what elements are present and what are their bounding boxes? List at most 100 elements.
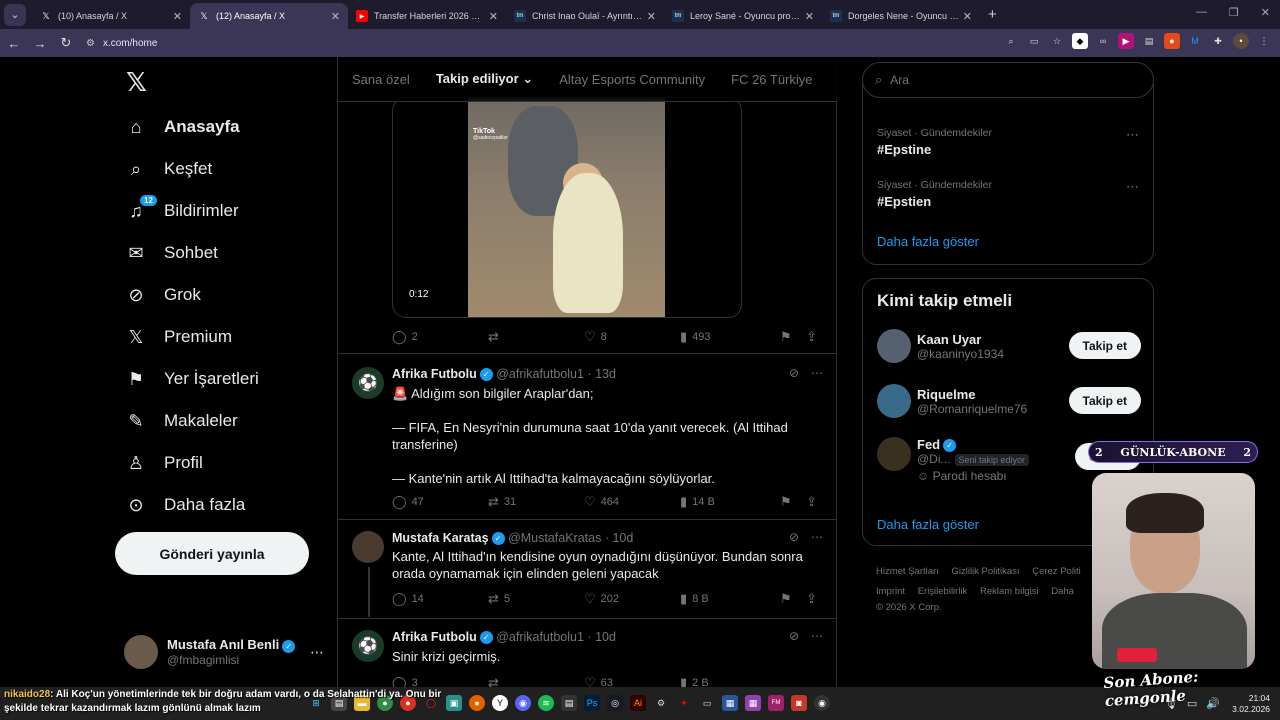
star-icon[interactable]: ☆ [1049, 33, 1065, 49]
back-arrow-icon[interactable]: ← [2, 36, 26, 51]
sidebar-item-articles[interactable]: ✎ Makaleler [124, 400, 237, 442]
browser-tab[interactable]: ▶ Transfer Haberleri 2026 ⚽ Ma ✕ [348, 3, 506, 29]
obs-icon[interactable]: ◉ [814, 695, 830, 711]
extension-icon[interactable]: ▶ [1118, 33, 1134, 49]
avatar[interactable]: ⚽ [352, 630, 384, 662]
show-more-link[interactable]: Daha fazla göster [877, 234, 979, 249]
sidebar-item-chat[interactable]: ✉ Sohbet [124, 232, 217, 274]
more-dots-icon[interactable]: ⋯ [811, 530, 823, 544]
extension-icon[interactable]: ▤ [1141, 33, 1157, 49]
minimize-icon[interactable]: — [1196, 6, 1207, 19]
settings-icon[interactable]: ⚙ [653, 695, 669, 711]
footer-link[interactable]: Daha [1051, 586, 1074, 597]
views-button[interactable]: ▮ 14 B [680, 494, 780, 510]
follow-suggestion[interactable]: Kaan Uyar @kaaninyo1934 Takip et [877, 326, 1141, 366]
reply-button[interactable]: ◯ 14 [392, 591, 488, 607]
footer-link[interactable]: Gizlilik Politikası [951, 566, 1019, 577]
close-icon[interactable]: ✕ [173, 10, 182, 23]
like-button[interactable]: ♡ 202 [584, 591, 680, 607]
forward-arrow-icon[interactable]: → [28, 36, 52, 51]
acrobat-icon[interactable]: ✦ [676, 695, 692, 711]
repost-button[interactable]: ⇄ [488, 675, 584, 687]
steam-icon[interactable]: ◎ [607, 695, 623, 711]
like-button[interactable]: ♡ 63 [584, 675, 680, 687]
new-tab-button[interactable]: + [988, 6, 997, 23]
sidebar-item-profile[interactable]: ♙ Profil [124, 442, 203, 484]
views-button[interactable]: ▮ 8 B [680, 591, 780, 607]
follow-button[interactable]: Takip et [1068, 387, 1141, 414]
post-time[interactable]: 10d [595, 630, 616, 644]
author-handle[interactable]: @afrikafutbolu1 [496, 367, 584, 381]
author-name[interactable]: Mustafa Karataş [392, 531, 489, 545]
url-field[interactable]: ⚙ x.com/home [86, 32, 157, 54]
sidebar-item-explore[interactable]: ⌕ Keşfet [124, 148, 212, 190]
spotify-icon[interactable]: ≋ [538, 695, 554, 711]
reply-button[interactable]: ◯ 47 [392, 494, 488, 510]
share-button[interactable]: ⇪ [806, 329, 817, 345]
share-button[interactable]: ⇪ [806, 591, 817, 607]
browser-tab[interactable]: tm Dorgeles Nene - Oyuncu profili ✕ [822, 3, 980, 29]
search-input[interactable]: ⌕ Ara [862, 62, 1154, 98]
more-dots-icon[interactable]: ⋯ [1126, 127, 1139, 143]
post[interactable]: Mustafa Karataş ✓ @MustafaKratas · 10d ⊘ … [338, 521, 837, 619]
tab-community[interactable]: Altay Esports Community [559, 72, 705, 87]
sidebar-item-notifications[interactable]: ♫ 12 Bildirimler [124, 190, 239, 232]
browser-tab-active[interactable]: 𝕏 (12) Anasayfa / X ✕ [190, 3, 348, 29]
repost-button[interactable]: ⇄ 5 [488, 591, 584, 607]
views-button[interactable]: ▮ 2 B [680, 675, 780, 687]
footer-link[interactable]: Erişilebilirlik [918, 586, 968, 597]
x-logo-icon[interactable]: 𝕏 [126, 67, 147, 98]
bookmark-button[interactable]: ⚑ [780, 329, 806, 345]
taskbar-app-icon[interactable]: Y [492, 695, 508, 711]
reply-button[interactable]: ◯ 3 [392, 675, 488, 687]
repost-button[interactable]: ⇄ 31 [488, 494, 584, 510]
browser-tab[interactable]: tm Christ Inao Oulaï - Ayrıntılı perf ✕ [506, 3, 664, 29]
close-window-icon[interactable]: ✕ [1261, 6, 1270, 19]
footer-link[interactable]: Imprint [876, 586, 905, 597]
post-time[interactable]: 13d [595, 367, 616, 381]
maximize-icon[interactable]: ❐ [1229, 6, 1239, 19]
close-icon[interactable]: ✕ [331, 10, 340, 23]
extension-icon[interactable]: M [1187, 33, 1203, 49]
browser-tab[interactable]: 𝕏 (10) Anasayfa / X ✕ [32, 3, 190, 29]
close-icon[interactable]: ✕ [963, 10, 972, 23]
taskbar-app-icon[interactable]: ◙ [791, 695, 807, 711]
sidebar-item-premium[interactable]: 𝕏 Premium [124, 316, 232, 358]
extension-icon[interactable]: ● [1164, 33, 1180, 49]
illustrator-icon[interactable]: Ai [630, 695, 646, 711]
taskbar-app-icon[interactable]: ▤ [561, 695, 577, 711]
more-dots-icon[interactable]: ⋯ [1126, 179, 1139, 195]
grok-icon[interactable]: ⊘ [789, 530, 799, 544]
sidebar-item-home[interactable]: ⌂ Anasayfa [124, 106, 240, 148]
tab-for-you[interactable]: Sana özel [352, 72, 410, 87]
close-icon[interactable]: ✕ [805, 10, 814, 23]
more-dots-icon[interactable]: ⋯ [310, 644, 324, 661]
firefox-icon[interactable]: ● [469, 695, 485, 711]
like-button[interactable]: ♡ 8 [584, 329, 680, 345]
tab-search-button[interactable]: ⌄ [4, 3, 26, 26]
grok-icon[interactable]: ⊘ [789, 629, 799, 643]
follow-button[interactable]: Takip et [1068, 332, 1141, 359]
close-icon[interactable]: ✕ [647, 10, 656, 23]
follow-suggestion[interactable]: Riquelme @Romanriquelme76 Takip et [877, 381, 1141, 421]
menu-dots-icon[interactable]: ⋮ [1256, 33, 1272, 49]
post[interactable]: ⚽ Afrika Futbolu ✓ @afrikafutbolu1 · 10d … [338, 620, 837, 687]
repost-button[interactable]: ⇄ [488, 329, 584, 345]
discord-icon[interactable]: ◉ [515, 695, 531, 711]
profile-icon[interactable]: • [1233, 33, 1249, 49]
author-handle[interactable]: @afrikafutbolu1 [496, 630, 584, 644]
taskbar-app-icon[interactable]: ▦ [722, 695, 738, 711]
reload-icon[interactable]: ↻ [54, 35, 78, 51]
bookmark-button[interactable]: ⚑ [780, 591, 806, 607]
extension-icon[interactable]: ◆ [1072, 33, 1088, 49]
zoom-icon[interactable]: ⌕ [1003, 33, 1019, 49]
author-name[interactable]: Afrika Futbolu [392, 367, 477, 381]
views-button[interactable]: ▮ 493 [680, 329, 780, 345]
scrollbar[interactable] [1270, 62, 1276, 687]
tab-following[interactable]: Takip ediliyor ⌄ [436, 71, 533, 87]
post-time[interactable]: 10d [612, 531, 633, 545]
footer-link[interactable]: Çerez Politi [1032, 566, 1081, 577]
tab-fc26[interactable]: FC 26 Türkiye [731, 72, 812, 87]
video-player[interactable]: TikTok @sadecepatiler 0:12 [392, 97, 742, 318]
taskbar-app-icon[interactable]: ▭ [699, 695, 715, 711]
